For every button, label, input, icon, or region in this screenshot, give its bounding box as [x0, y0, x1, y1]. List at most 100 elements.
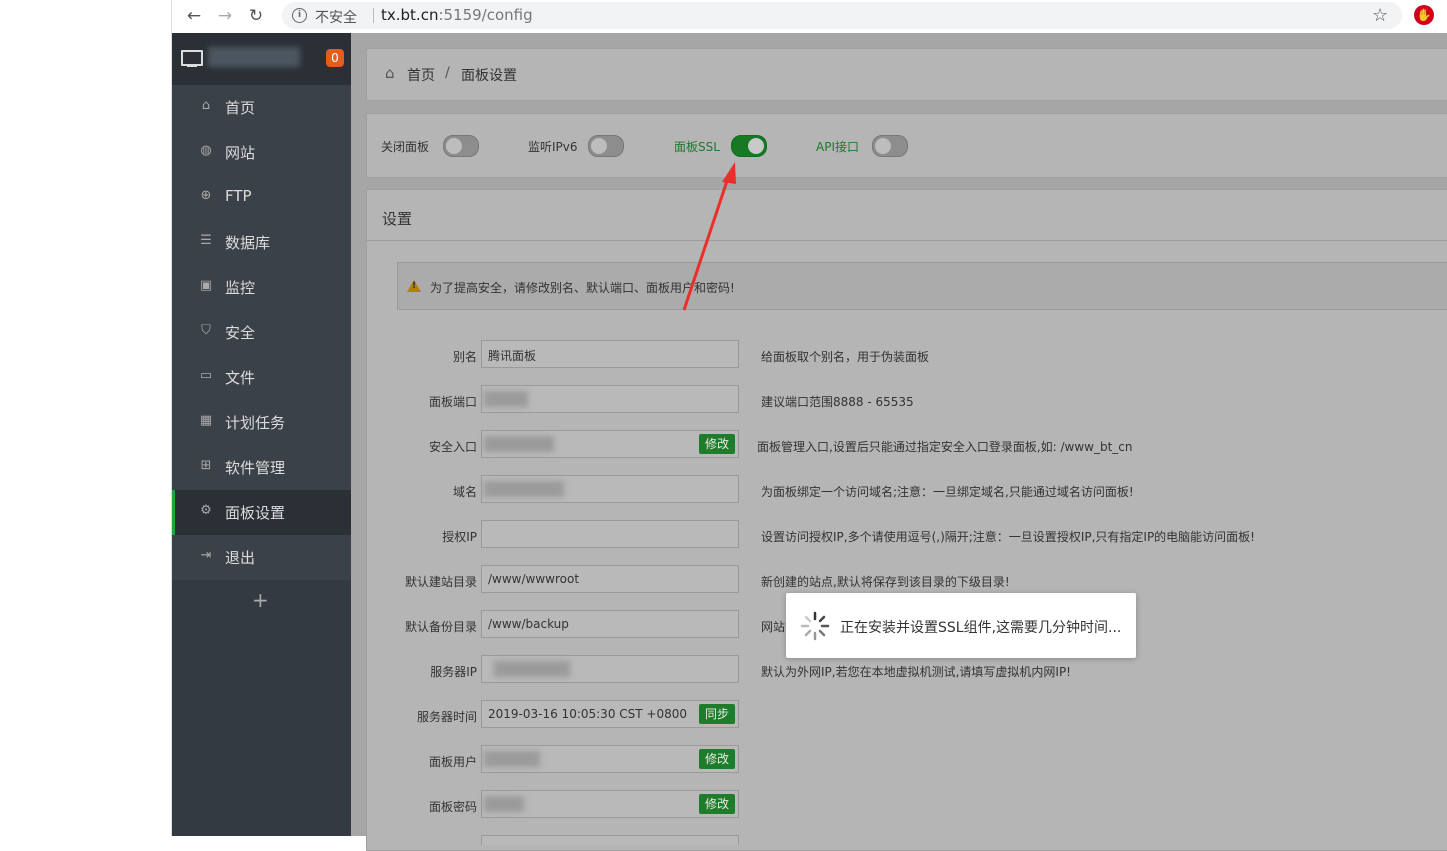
- alias-label: 别名: [452, 350, 477, 364]
- password-edit-button[interactable]: 修改: [698, 794, 735, 814]
- home-icon: ⌂: [201, 98, 211, 113]
- monitor-icon: ▣: [199, 278, 213, 293]
- security-label: 不安全: [315, 10, 357, 26]
- alias-input[interactable]: 腾讯面板: [481, 340, 739, 368]
- extension-stop-icon[interactable]: ✋: [1414, 5, 1434, 25]
- sync-time-button[interactable]: 同步: [698, 704, 735, 724]
- site-dir-input[interactable]: /www/wwwroot: [481, 565, 739, 593]
- notification-badge[interactable]: 0: [326, 49, 344, 67]
- close-panel-toggle[interactable]: [443, 135, 479, 157]
- toggle-knob: [446, 138, 462, 154]
- sidebar-menu: ⌂ 首页 ◍ 网站 ⊕ FTP ☰ 数据库 ▣ 监控 ⛉ 安全 ▭ 文件 ▦ 计划任务 ⊞ 软件管…: [172, 85, 351, 580]
- url-text[interactable]: tx.bt.cn:5159/config: [381, 6, 533, 24]
- port-hint: 建议端口范围8888 - 65535: [761, 395, 914, 409]
- warning-text: 为了提高安全，请修改别名、默认端口、面板用户和密码!: [430, 281, 735, 295]
- folder-icon: ▭: [199, 368, 213, 383]
- ssl-label: 面板SSL: [674, 140, 720, 154]
- port-input[interactable]: [481, 385, 739, 413]
- blurred-value: [494, 661, 570, 677]
- forward-arrow-icon[interactable]: →: [215, 6, 235, 26]
- server-ip-hint: 默认为外网IP,若您在本地虚拟机测试,请填写虚拟机内网IP!: [761, 665, 1071, 679]
- ipv6-label: 监听IPv6: [528, 140, 578, 154]
- sidebar-item-software[interactable]: ⊞ 软件管理: [172, 445, 351, 490]
- sidebar: 0 ⌂ 首页 ◍ 网站 ⊕ FTP ☰ 数据库 ▣ 监控 ⛉ 安全 ▭ 文件 ▦ 计划任务 ⊞ 软…: [172, 33, 351, 836]
- address-divider: [373, 8, 374, 23]
- blurred-value: [484, 391, 528, 407]
- server-ip-input[interactable]: [481, 655, 739, 683]
- computer-icon: [181, 50, 203, 67]
- blurred-value: [484, 751, 540, 767]
- sidebar-item-logout[interactable]: ⇥ 退出: [172, 535, 351, 580]
- entry-input[interactable]: 修改: [481, 430, 739, 458]
- domain-input[interactable]: [481, 475, 739, 503]
- sidebar-item-security[interactable]: ⛉ 安全: [172, 310, 351, 355]
- auth-ip-input[interactable]: [481, 520, 739, 548]
- ipv6-toggle[interactable]: [588, 135, 624, 157]
- sidebar-item-website[interactable]: ◍ 网站: [172, 130, 351, 175]
- main-content: ⌂ 首页 / 面板设置 关闭面板 监听IPv6 面板SSL API接口 设置 为…: [351, 33, 1447, 851]
- switch-bar: 关闭面板 监听IPv6 面板SSL API接口: [366, 113, 1447, 178]
- sidebar-item-database[interactable]: ☰ 数据库: [172, 220, 351, 265]
- info-icon[interactable]: i: [292, 8, 307, 23]
- auth-ip-label: 授权IP: [442, 530, 477, 544]
- blurred-value: [484, 436, 554, 452]
- port-label: 面板端口: [428, 395, 477, 409]
- add-icon[interactable]: +: [252, 588, 269, 612]
- left-blank-area: [0, 0, 172, 836]
- sidebar-item-label: 退出: [225, 549, 256, 567]
- sidebar-item-ftp[interactable]: ⊕ FTP: [172, 175, 351, 220]
- site-dir-label: 默认建站目录: [404, 575, 477, 589]
- sidebar-item-home[interactable]: ⌂ 首页: [172, 85, 351, 130]
- settings-title: 设置: [382, 210, 413, 228]
- breadcrumb: ⌂ 首页 / 面板设置: [366, 48, 1447, 101]
- api-toggle[interactable]: [872, 135, 908, 157]
- ssl-toggle[interactable]: [731, 135, 767, 157]
- loading-toast: 正在安装并设置SSL组件,这需要几分钟时间...: [786, 593, 1136, 658]
- reload-icon[interactable]: ↻: [246, 6, 266, 26]
- logout-icon: ⇥: [200, 548, 212, 563]
- breadcrumb-home[interactable]: 首页: [407, 65, 435, 85]
- server-time-input: 2019-03-16 10:05:30 CST +0800 同步: [481, 700, 739, 728]
- browser-toolbar: ← → ↻ i 不安全 tx.bt.cn:5159/config ☆ ✋: [172, 0, 1447, 34]
- gear-icon: ⚙: [200, 503, 212, 518]
- breadcrumb-current: 面板设置: [461, 68, 517, 84]
- sidebar-item-label: 计划任务: [225, 414, 286, 432]
- site-dir-value: /www/wwwroot: [488, 572, 580, 586]
- toast-message: 正在安装并设置SSL组件,这需要几分钟时间...: [840, 620, 1122, 636]
- backup-dir-hint: 网站: [761, 620, 786, 634]
- domain-hint: 为面板绑定一个访问域名;注意：一旦绑定域名,只能通过域名访问面板!: [761, 485, 1134, 499]
- shield-icon: ⛉: [201, 323, 211, 338]
- divider: [367, 240, 1447, 241]
- sidebar-item-label: 安全: [225, 324, 256, 342]
- address-bar[interactable]: i 不安全 tx.bt.cn:5159/config: [282, 2, 1402, 29]
- backup-dir-label: 默认备份目录: [404, 620, 477, 634]
- user-edit-button[interactable]: 修改: [698, 749, 735, 769]
- sidebar-item-cron[interactable]: ▦ 计划任务: [172, 400, 351, 445]
- password-label: 面板密码: [428, 800, 477, 814]
- bookmark-star-icon[interactable]: ☆: [1372, 5, 1388, 26]
- domain-label: 域名: [452, 485, 477, 499]
- calendar-icon: ▦: [199, 413, 213, 428]
- home-icon: ⌂: [385, 64, 395, 82]
- sidebar-item-monitor[interactable]: ▣ 监控: [172, 265, 351, 310]
- globe-icon: ◍: [200, 143, 212, 158]
- entry-edit-button[interactable]: 修改: [698, 434, 735, 454]
- close-panel-label: 关闭面板: [381, 140, 430, 154]
- sidebar-item-label: 监控: [225, 279, 256, 297]
- sidebar-item-label: FTP: [225, 187, 252, 205]
- sidebar-header: 0: [172, 33, 351, 85]
- server-time-value: 2019-03-16 10:05:30 CST +0800: [488, 707, 687, 721]
- warning-icon: [407, 280, 421, 292]
- entry-hint: 面板管理入口,设置后只能通过指定安全入口登录面板,如: /www_bt_cn: [757, 440, 1133, 454]
- ftp-icon: ⊕: [200, 188, 212, 203]
- toggle-knob: [591, 138, 607, 154]
- server-name-blurred: [208, 47, 300, 67]
- sidebar-item-files[interactable]: ▭ 文件: [172, 355, 351, 400]
- apps-icon: ⊞: [200, 458, 212, 473]
- spinner-icon: [800, 611, 830, 641]
- user-input[interactable]: 修改: [481, 745, 739, 773]
- backup-dir-input[interactable]: /www/backup: [481, 610, 739, 638]
- sidebar-item-panel-settings[interactable]: ⚙ 面板设置: [172, 490, 351, 535]
- password-input[interactable]: 修改: [481, 790, 739, 818]
- back-arrow-icon[interactable]: ←: [184, 6, 204, 26]
